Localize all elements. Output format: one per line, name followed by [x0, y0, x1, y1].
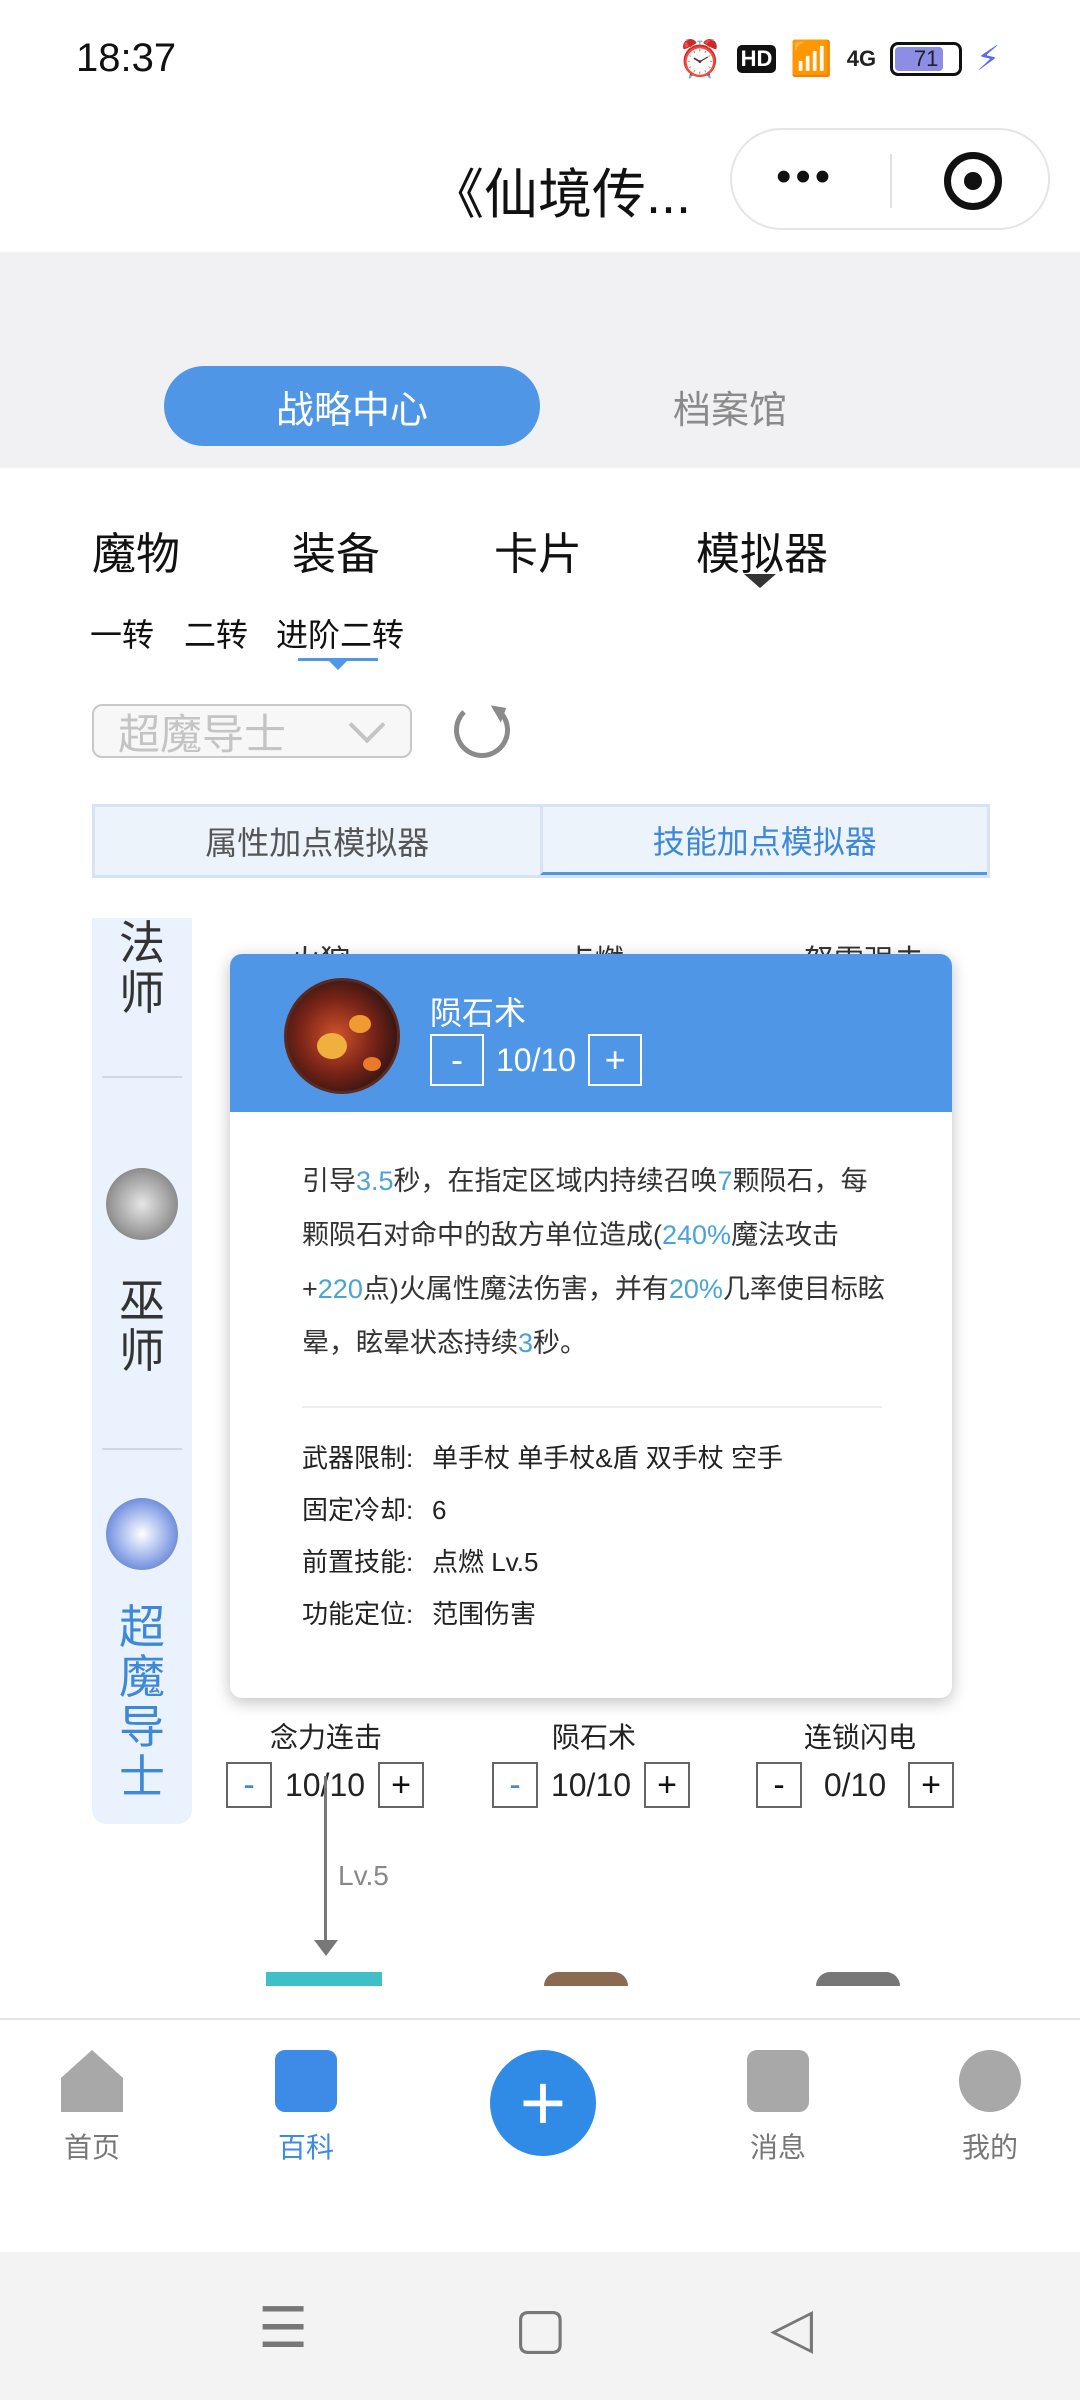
class-divider: [102, 1448, 182, 1450]
class-select[interactable]: 超魔导士: [92, 704, 412, 758]
prereq-arrow: [314, 1940, 338, 1956]
wizard-class-icon: [106, 1168, 178, 1240]
subtab-advanced-second-job[interactable]: 进阶二转: [276, 610, 404, 656]
nav-wiki[interactable]: 百科: [246, 2050, 366, 2166]
book-icon: [275, 2050, 337, 2112]
popup-level-value: 10/10: [496, 1041, 577, 1078]
subtab-active-indicator: [298, 658, 378, 670]
skill-icon-partial: [544, 1972, 628, 1986]
category-monsters[interactable]: 魔物: [92, 518, 180, 582]
info-prerequisite: 前置技能: 点燃 Lv.5: [302, 1547, 539, 1577]
category-cards[interactable]: 卡片: [494, 518, 582, 582]
tab-attribute-simulator[interactable]: 属性加点模拟器: [95, 807, 540, 875]
nav-home[interactable]: 首页: [32, 2050, 152, 2166]
info-role: 功能定位: 范围伤害: [302, 1599, 537, 1629]
decrement-button[interactable]: -: [492, 1762, 538, 1808]
hd-badge: HD: [736, 45, 777, 73]
alarm-icon: ⏰: [677, 38, 723, 79]
wifi-icon: 📶: [790, 40, 833, 78]
skill-description: 引导3.5秒，在指定区域内持续召唤7颗陨石，每颗陨石对命中的敌方单位造成(240…: [302, 1166, 885, 1358]
chevron-down-icon: [348, 706, 386, 744]
increment-button[interactable]: +: [908, 1762, 954, 1808]
decrement-button[interactable]: -: [756, 1762, 802, 1808]
info-cooldown: 固定冷却: 6: [302, 1495, 447, 1525]
skill-level-value: 0/10: [823, 1766, 887, 1803]
status-time: 18:37: [76, 36, 177, 80]
more-icon[interactable]: •••: [776, 155, 834, 199]
capsule-divider: [890, 154, 892, 208]
skill-name: 连锁闪电: [804, 1722, 917, 1753]
popup-stepper: - 10/10 +: [430, 1034, 643, 1086]
network-label: 4G: [846, 46, 877, 71]
skill-name: 念力连击: [270, 1722, 383, 1753]
skill-icon-partial: [266, 1972, 382, 1986]
simulator-tabs: 属性加点模拟器 技能加点模拟器: [92, 804, 990, 878]
meteor-skill-icon: [284, 978, 400, 1094]
info-weapon: 武器限制: 单手杖 单手杖&盾 双手杖 空手: [302, 1443, 784, 1473]
skill-name: 陨石术: [552, 1722, 637, 1753]
popup-divider: [302, 1406, 882, 1408]
nav-messages[interactable]: 消息: [718, 2050, 838, 2166]
increment-button[interactable]: +: [378, 1762, 424, 1808]
category-simulator[interactable]: 模拟器: [696, 518, 828, 582]
nav-profile[interactable]: 我的: [930, 2050, 1050, 2166]
tab-skill-simulator[interactable]: 技能加点模拟器: [539, 807, 987, 875]
tab-strategy-center[interactable]: 战略中心: [164, 366, 540, 446]
battery-icon: 71: [890, 42, 963, 76]
status-icons: ⏰ HD 📶 4G 71 ⚡: [678, 38, 1000, 80]
category-active-indicator: [744, 574, 776, 588]
decrement-button[interactable]: -: [226, 1762, 272, 1808]
profile-icon: [959, 2050, 1021, 2112]
message-icon: [747, 2050, 809, 2112]
popup-skill-name: 陨石术: [430, 995, 527, 1031]
skill-detail-popup: 陨石术 - 10/10 + 引导3.5秒，在指定区域内持续召唤7颗陨石，每颗陨石…: [230, 954, 952, 1698]
home-square-icon[interactable]: ▢: [514, 2300, 567, 2356]
refresh-icon[interactable]: [454, 702, 510, 758]
high-wizard-class-icon: [106, 1498, 178, 1570]
home-icon: [61, 2050, 123, 2112]
page-title: 《仙境传...: [430, 165, 692, 225]
class-select-value: 超魔导士: [118, 710, 287, 758]
popup-decrement-button[interactable]: -: [430, 1034, 484, 1086]
popup-header: 陨石术 - 10/10 +: [230, 954, 952, 1112]
skill-stepper: - 10/10 +: [492, 1762, 690, 1808]
class-mage[interactable]: 法师: [92, 918, 192, 1018]
tab-band: [0, 252, 1080, 468]
skill-icon-partial: [816, 1972, 900, 1986]
skill-stepper: - 0/10 +: [756, 1762, 954, 1808]
mini-program-capsule: •••: [730, 128, 1050, 230]
close-target-icon[interactable]: [944, 152, 1002, 210]
class-high-wizard[interactable]: 超魔导士: [92, 1602, 192, 1802]
class-divider: [102, 1076, 182, 1078]
charging-icon: ⚡: [976, 40, 1000, 78]
category-equipment[interactable]: 装备: [292, 518, 380, 582]
prereq-connector: [324, 1776, 327, 1946]
subtab-second-job[interactable]: 二转: [184, 610, 248, 656]
menu-icon[interactable]: ☰: [258, 2300, 308, 2356]
tab-archive[interactable]: 档案馆: [600, 366, 860, 446]
prereq-level-label: Lv.5: [338, 1860, 389, 1891]
popup-increment-button[interactable]: +: [588, 1034, 643, 1086]
increment-button[interactable]: +: [644, 1762, 690, 1808]
add-button[interactable]: +: [490, 2050, 596, 2156]
skill-level-value: 10/10: [550, 1766, 632, 1803]
back-icon[interactable]: ◁: [770, 2300, 813, 2356]
class-column: 法师 巫师 超魔导士: [92, 918, 192, 1824]
class-wizard[interactable]: 巫师: [92, 1276, 192, 1376]
subtab-first-job[interactable]: 一转: [90, 610, 154, 656]
